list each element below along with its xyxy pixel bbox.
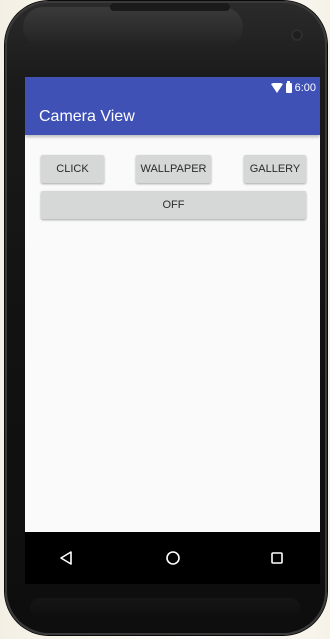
click-button[interactable]: CLICK [41, 155, 104, 183]
front-camera [291, 29, 303, 41]
device-screen: 6:00 Camera View CLICK WALLPAPER GALLERY… [25, 77, 320, 584]
speaker-grill [110, 3, 230, 11]
back-icon[interactable] [54, 546, 78, 570]
status-bar: 6:00 [25, 77, 320, 99]
recents-icon[interactable] [265, 546, 289, 570]
home-icon[interactable] [161, 546, 185, 570]
wallpaper-button[interactable]: WALLPAPER [136, 155, 211, 183]
off-button[interactable]: OFF [41, 191, 306, 219]
app-title: Camera View [39, 108, 135, 125]
phone-sheen [23, 7, 243, 47]
status-icons: 6:00 [270, 80, 316, 96]
gallery-button[interactable]: GALLERY [244, 155, 306, 183]
app-bar: Camera View [25, 99, 320, 135]
battery-icon [285, 81, 292, 93]
status-time: 6:00 [294, 82, 316, 94]
wifi-icon [270, 83, 283, 93]
chin-sheen [30, 598, 300, 618]
navigation-bar [25, 532, 320, 584]
